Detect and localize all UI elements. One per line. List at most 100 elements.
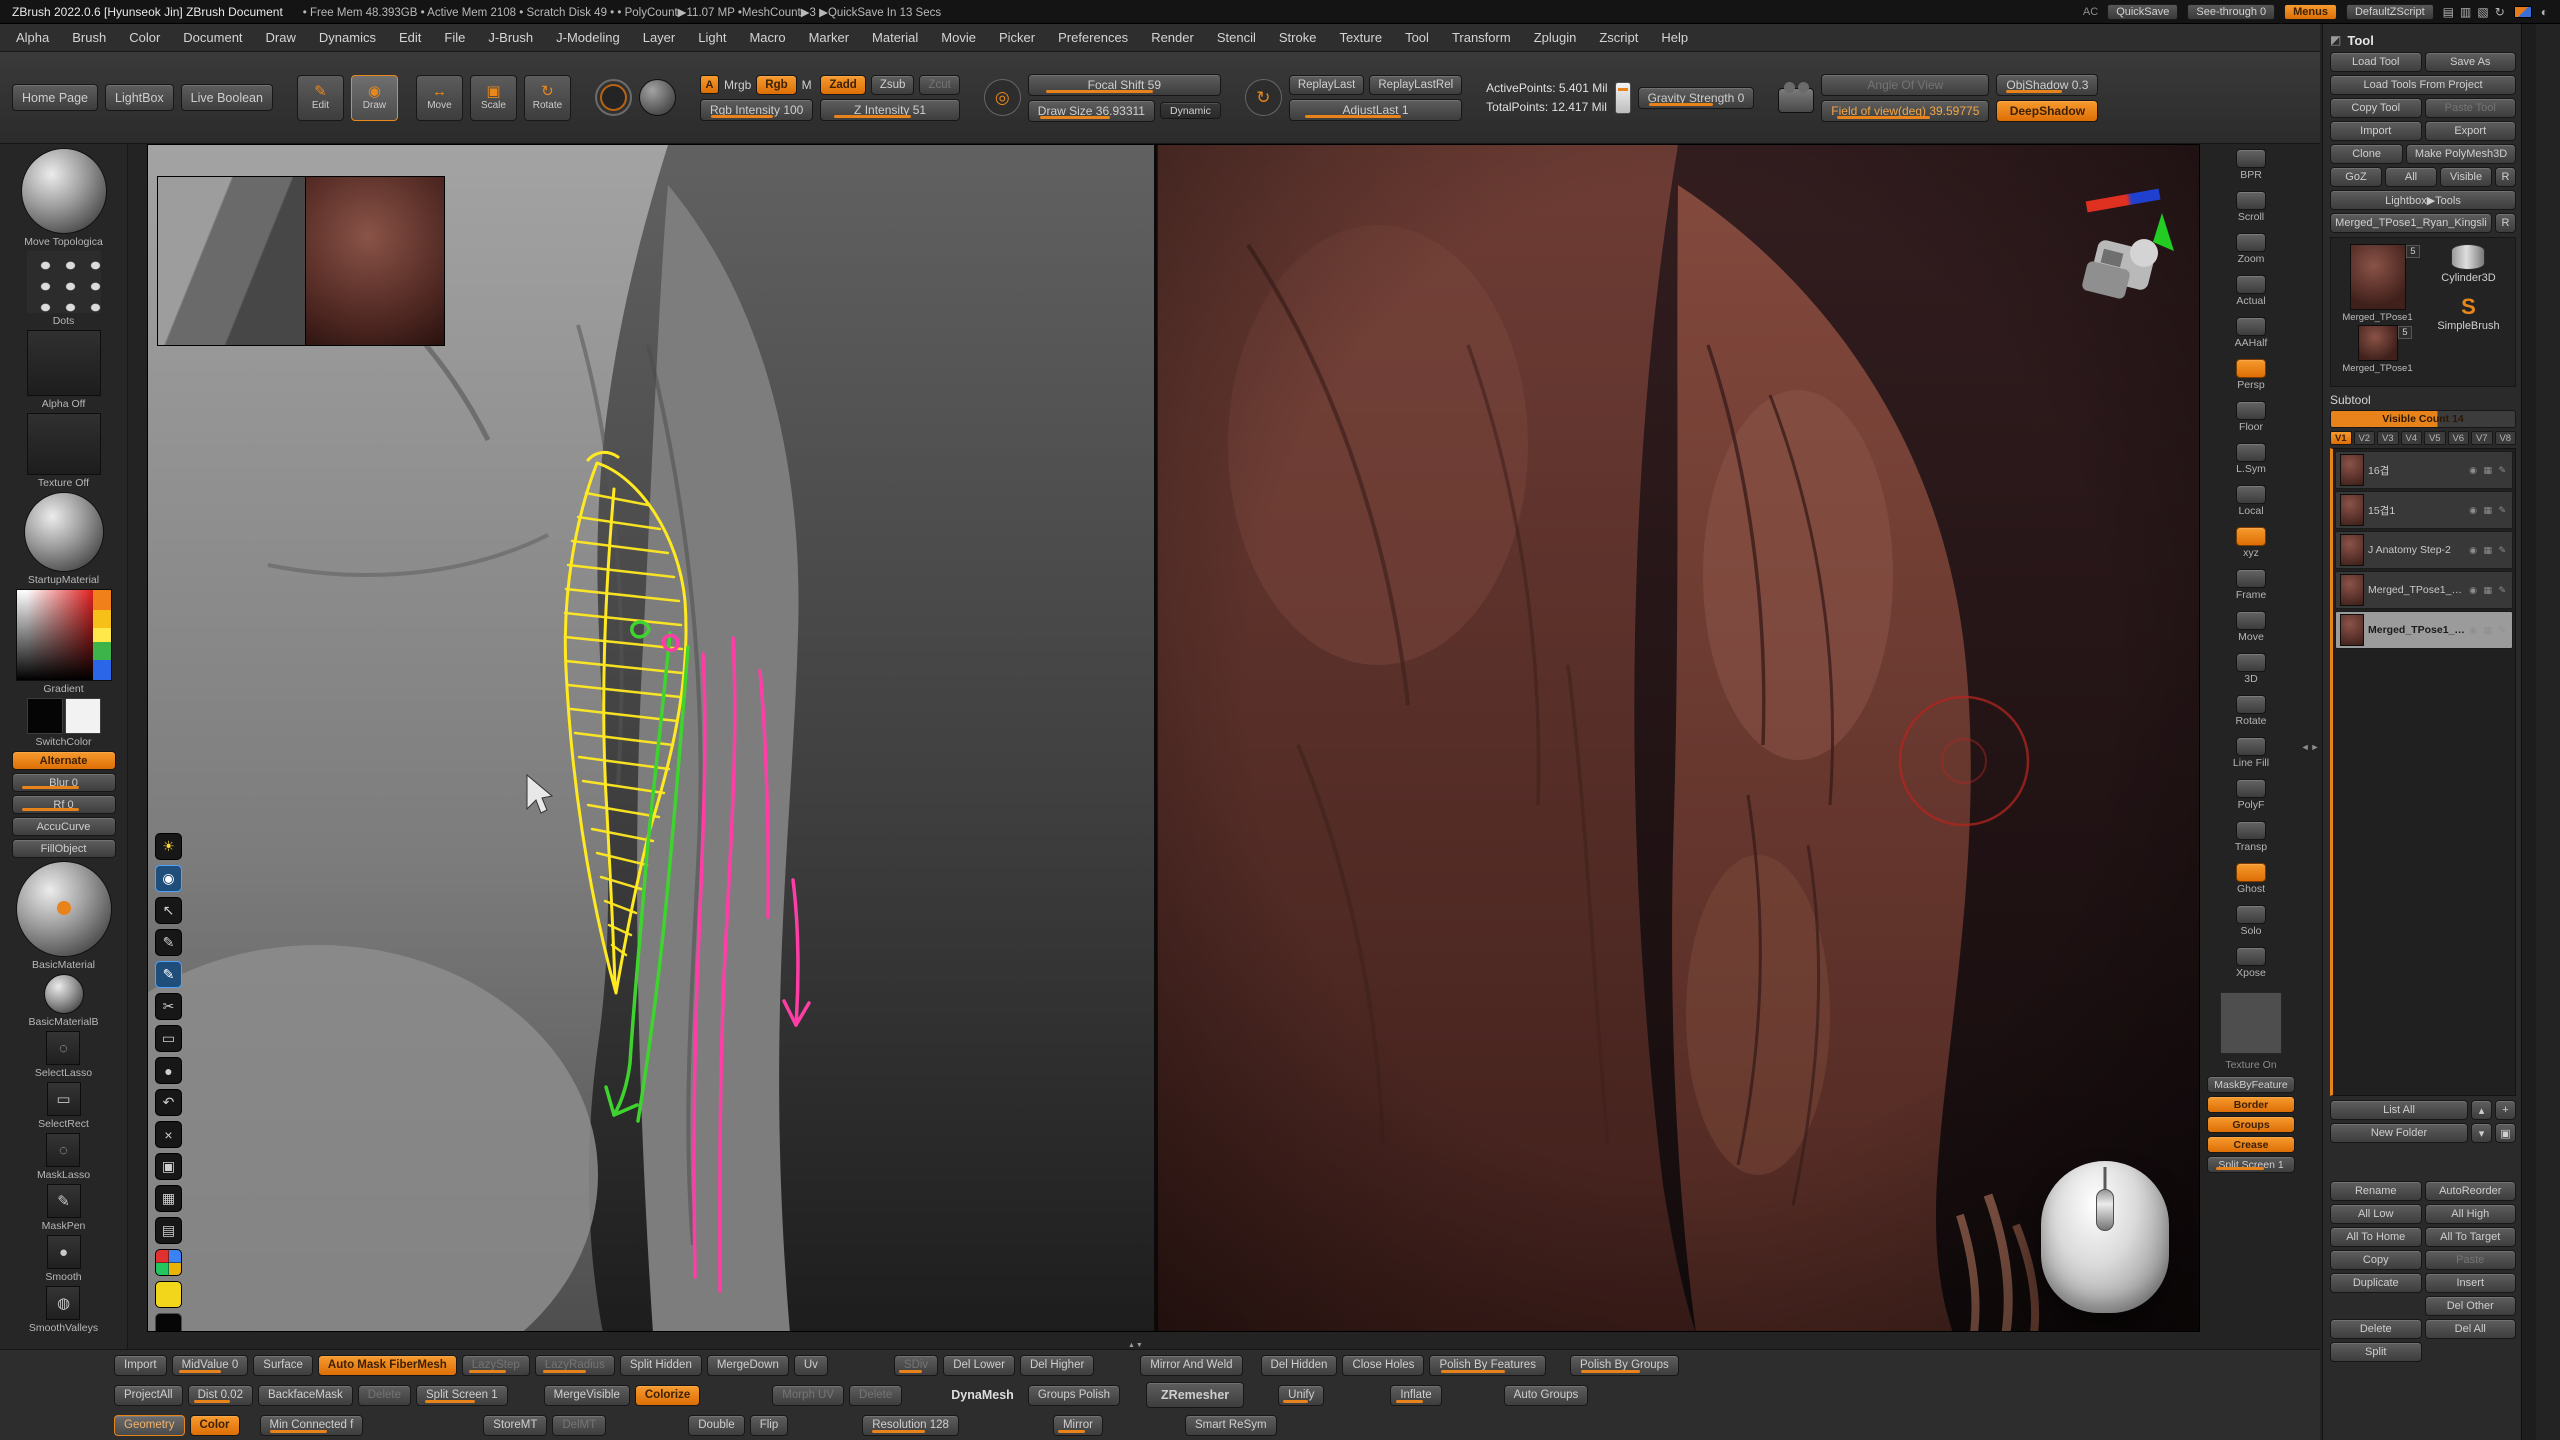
zremesher-button[interactable]: ZRemesher [1146,1382,1244,1408]
backfacemask-button[interactable]: BackfaceMask [258,1385,353,1406]
switch-color[interactable]: SwitchColor [27,698,101,748]
menu-item[interactable]: Stencil [1217,30,1256,45]
min-connected-slider[interactable]: Min Connected f [260,1415,364,1436]
subtool-visibility-icons[interactable]: ◉ ▦ ✎ [2469,625,2508,636]
knife-icon[interactable]: ✂ [155,993,182,1020]
rename-button[interactable]: Rename [2330,1181,2422,1201]
texture-preview[interactable] [2220,992,2282,1054]
subtool-visibility-icons[interactable]: ◉ ▦ ✎ [2469,545,2508,556]
menu-item[interactable]: Macro [749,30,785,45]
color-tab[interactable]: Color [190,1415,240,1436]
adjust-last-slider[interactable]: AdjustLast 1 [1289,99,1462,121]
camera-icon[interactable] [1778,88,1814,113]
all-high-button[interactable]: All High [2425,1204,2517,1224]
subtool-version-tab[interactable]: V8 [2495,431,2517,445]
focal-shift-icon[interactable]: ◎ [984,79,1021,116]
panel-menu-icon[interactable]: ◩ [2330,33,2341,47]
undo-icon[interactable]: ↶ [155,1089,182,1116]
mask-pen-brush[interactable]: ✎ MaskPen [42,1184,86,1232]
blur-slider[interactable]: Blur 0 [12,773,116,792]
basic-material[interactable]: BasicMaterial [16,861,112,971]
menu-item[interactable]: Draw [266,30,296,45]
menu-item[interactable]: Render [1151,30,1194,45]
storemt-button[interactable]: StoreMT [483,1415,547,1436]
scale-button[interactable]: ▣ Scale [470,75,517,121]
menu-item[interactable]: Zplugin [1534,30,1577,45]
layout-icon[interactable]: ▥ [2460,5,2471,19]
rgb-intensity-slider[interactable]: Rgb Intensity 100 [700,99,813,121]
del-lower-button[interactable]: Del Lower [943,1355,1015,1376]
subtool-version-tab[interactable]: V2 [2354,431,2376,445]
fillobject-button[interactable]: FillObject [12,839,116,858]
mergevisible-button[interactable]: MergeVisible [544,1385,630,1406]
visible-count-slider[interactable]: Visible Count 14 [2330,410,2516,428]
zsub-button[interactable]: Zsub [871,75,915,95]
auto-groups-button[interactable]: Auto Groups [1504,1385,1589,1406]
local-button[interactable]: Local [2206,480,2296,522]
menu-item[interactable]: Zscript [1599,30,1638,45]
menu-item[interactable]: Preferences [1058,30,1128,45]
delete-button[interactable]: Delete [358,1385,411,1406]
active-tool-name[interactable]: Merged_TPose1_Ryan_Kingsli [2330,213,2492,233]
color-picker[interactable]: Gradient [16,589,112,695]
double-button[interactable]: Double [688,1415,744,1436]
zadd-button[interactable]: Zadd [820,75,865,95]
mask-by-feature-button[interactable]: MaskByFeature [2207,1076,2295,1093]
subtool-visibility-icons[interactable]: ◉ ▦ ✎ [2469,505,2508,516]
basic-material-b[interactable]: BasicMaterialB [28,974,98,1028]
yellow-swatch[interactable] [155,1281,182,1308]
crease-button[interactable]: Crease [2207,1136,2295,1153]
aahalf-button[interactable]: AAHalf [2206,312,2296,354]
home-page-button[interactable]: Home Page [12,84,98,111]
border-button[interactable]: Border [2207,1096,2295,1113]
menu-item[interactable]: File [444,30,465,45]
persp-button[interactable]: Persp [2206,354,2296,396]
menu-item[interactable]: Material [872,30,918,45]
palette-icon[interactable] [155,1249,182,1276]
subtool-row[interactable]: J Anatomy Step-2 ◉ ▦ ✎ [2335,531,2513,569]
floor-button[interactable]: Floor [2206,396,2296,438]
accucurve-button[interactable]: AccuCurve [12,817,116,836]
tool-thumbnail-active[interactable]: 5 [2350,244,2406,310]
smart-resym-button[interactable]: Smart ReSym [1185,1415,1277,1436]
subtool-row[interactable]: Merged_TPose1_Ryan_Kingslie ◉ ▦ ✎ [2335,611,2513,649]
angle-of-view-button[interactable]: Angle Of View [1821,74,1989,96]
surface-button[interactable]: Surface [253,1355,313,1376]
list-all-button[interactable]: List All [2330,1100,2468,1120]
live-boolean-button[interactable]: Live Boolean [181,84,273,111]
menu-item[interactable]: J-Modeling [556,30,620,45]
subtool-version-tab[interactable]: V7 [2471,431,2493,445]
all-low-button[interactable]: All Low [2330,1204,2422,1224]
dynamic-button[interactable]: Dynamic [1160,102,1221,119]
groups-polish-button[interactable]: Groups Polish [1028,1385,1120,1406]
cylinder3d-icon[interactable] [2451,244,2485,270]
menu-item[interactable]: Layer [643,30,676,45]
uv-button[interactable]: Uv [794,1355,828,1376]
focal-shift-slider[interactable]: Focal Shift 59 [1028,74,1221,96]
saturation-square[interactable] [27,590,93,680]
collapse-left-icon[interactable]: ◄ [2301,742,2310,752]
delete-icon[interactable]: × [155,1121,182,1148]
frame-button[interactable]: Frame [2206,564,2296,606]
lightbox-button[interactable]: LightBox [105,84,174,111]
cursor-icon[interactable]: ↖ [155,897,182,924]
gravity-slider[interactable]: Gravity Strength 0 [1638,87,1755,109]
subtool-add-icon[interactable]: + [2495,1100,2516,1120]
light-icon[interactable]: ☀ [155,833,182,860]
paste-tool-button[interactable]: Paste Tool [2425,98,2517,118]
tray-collapse-handle[interactable]: ▲▼ [1128,1342,1144,1349]
menu-item[interactable]: Document [183,30,242,45]
colorize-button[interactable]: Colorize [635,1385,700,1406]
color-swatch-icon[interactable] [2514,6,2532,18]
menu-item[interactable]: Texture [1339,30,1382,45]
fov-slider[interactable]: Field of view(deg) 39.59775 [1821,100,1989,122]
del-higher-button[interactable]: Del Higher [1020,1355,1094,1376]
flip-button[interactable]: Flip [750,1415,789,1436]
refresh-icon[interactable]: ↻ [2495,5,2505,19]
delete-button[interactable]: Delete [2330,1319,2422,1339]
menu-item[interactable]: Transform [1452,30,1511,45]
goz-button[interactable]: GoZ [2330,167,2382,187]
close-holes-button[interactable]: Close Holes [1342,1355,1424,1376]
all-to-home-button[interactable]: All To Home [2330,1227,2422,1247]
smooth-valleys-brush[interactable]: ◍ SmoothValleys [29,1286,98,1334]
